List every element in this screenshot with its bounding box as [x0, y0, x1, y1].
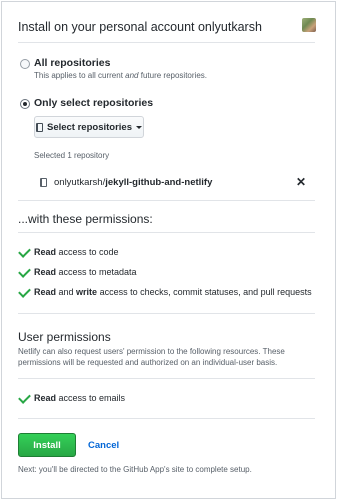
divider	[18, 378, 315, 379]
only-select-repositories-label[interactable]: Only select repositories	[34, 97, 153, 109]
chevron-down-icon	[136, 125, 142, 129]
select-repositories-button-label: Select repositories	[46, 121, 132, 133]
repo-icon	[40, 178, 47, 187]
avatar	[302, 18, 316, 32]
divider	[18, 232, 315, 233]
permission-item: Read and write access to checks, commit …	[34, 287, 312, 297]
cancel-link[interactable]: Cancel	[88, 440, 119, 451]
permission-item: Read access to metadata	[34, 267, 137, 277]
repo-book-icon	[35, 122, 43, 132]
divider	[18, 200, 315, 201]
only-select-repositories-radio[interactable]	[20, 99, 30, 109]
selected-count: Selected 1 repository	[34, 151, 110, 160]
select-repositories-button[interactable]: Select repositories	[34, 116, 144, 138]
all-repositories-radio[interactable]	[20, 59, 30, 69]
user-permission-item: Read access to emails	[34, 393, 126, 403]
permissions-title: ...with these permissions:	[18, 212, 153, 226]
next-step-note: Next: you'll be directed to the GitHub A…	[18, 465, 252, 474]
all-repositories-description: This applies to all current and future r…	[34, 71, 207, 80]
all-repositories-label[interactable]: All repositories	[34, 57, 110, 69]
divider	[18, 418, 315, 419]
selected-repository-name: onlyutkarsh/jekyll-github-and-netlify	[54, 177, 213, 188]
permission-item: Read access to code	[34, 247, 119, 257]
user-permissions-description: Netlify can also request users' permissi…	[18, 347, 285, 367]
remove-repository-close-icon[interactable]: ✕	[296, 175, 306, 189]
install-title: Install on your personal account onlyutk…	[18, 20, 262, 34]
user-permissions-title: User permissions	[18, 330, 111, 344]
install-button[interactable]: Install	[18, 433, 76, 457]
divider	[18, 313, 315, 314]
divider	[18, 42, 315, 43]
